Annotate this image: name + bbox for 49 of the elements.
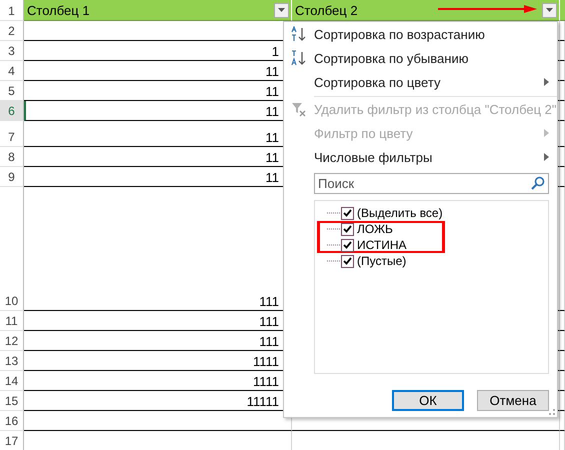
row-number: 9 [0,167,24,187]
row-number: 11 [0,311,24,331]
row-number: 2 [0,21,24,41]
list-item[interactable]: ИСТИНА [317,237,445,253]
row-number: 4 [0,61,24,81]
row-number: 3 [0,41,24,61]
sort-descending-icon [291,50,307,66]
tree-line-icon [327,244,341,246]
value-label: (Выделить все) [357,206,443,220]
column-header-label: Столбец 2 [295,2,358,18]
resize-grip-icon[interactable] [547,407,555,415]
list-item[interactable]: (Выделить все) [317,205,445,221]
row-number: 8 [0,147,24,167]
submenu-arrow-icon [544,129,549,137]
value-label: (Пустые) [357,254,406,268]
column-header-label: Столбец 1 [27,2,90,18]
clear-filter-icon [291,101,307,117]
submenu-arrow-icon [544,153,549,161]
checkbox[interactable] [341,254,354,268]
caret-icon [278,8,285,12]
search-icon [531,176,545,190]
tree-line-icon [327,228,341,230]
row-number: 14 [0,371,24,391]
sort-ascending-icon [291,26,307,42]
row-number: 5 [0,81,24,101]
list-item[interactable]: ЛОЖЬ [317,221,445,237]
tree-line-icon [327,212,341,214]
row-number: 10 [0,187,24,311]
caret-icon [546,8,553,12]
value-label: ЛОЖЬ [357,222,393,236]
value-label: ИСТИНА [357,238,407,252]
checkbox[interactable] [341,222,354,236]
row-number: 1 [0,0,24,21]
row-number: 15 [0,391,24,411]
submenu-arrow-icon [544,78,549,86]
ok-button[interactable]: ОК [392,390,464,411]
row-number: 7 [0,121,24,147]
checkbox[interactable] [341,206,354,220]
tree-line-icon [327,260,341,262]
row-number: 16 [0,411,24,431]
row-number: 6 [0,101,24,121]
search-field[interactable]: Поиск [314,173,549,194]
list-item[interactable]: (Пустые) [317,253,445,269]
filter-dropdown-button[interactable] [274,2,289,18]
checkbox[interactable] [341,238,354,252]
row-number: 13 [0,351,24,371]
row-number: 12 [0,331,24,351]
filter-dropdown-button[interactable] [542,2,557,18]
cancel-button[interactable]: Отмена [477,390,549,411]
